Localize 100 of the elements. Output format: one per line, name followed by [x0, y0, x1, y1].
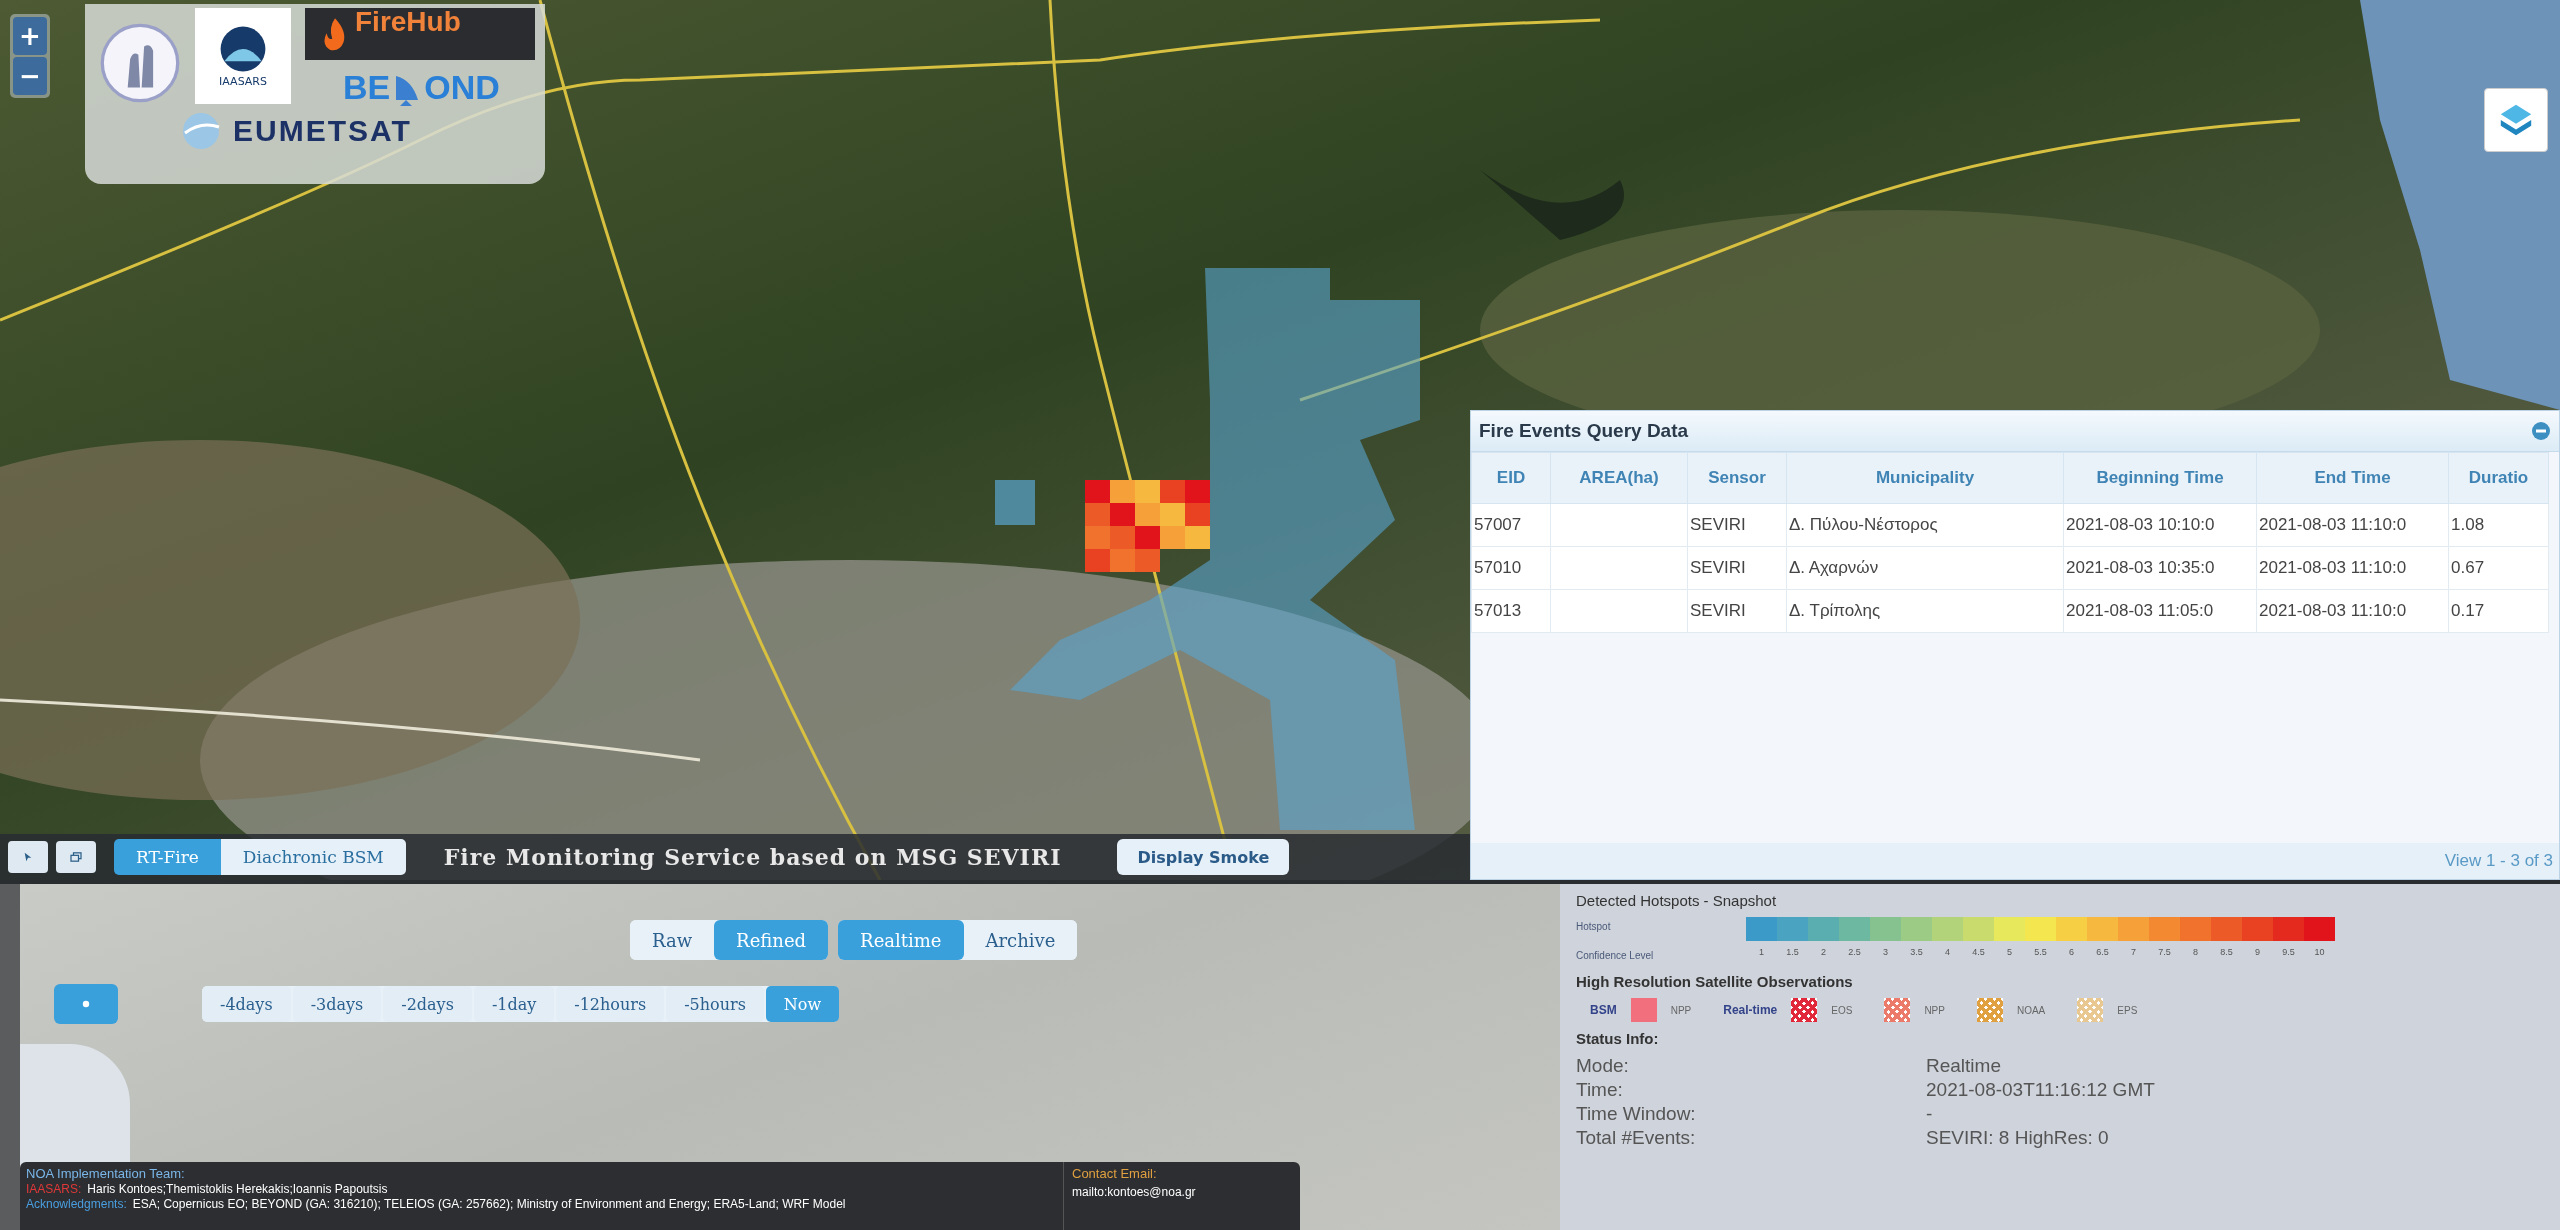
status-label: Mode: [1576, 1055, 1630, 1077]
scale-label: 1 [1758, 947, 1765, 959]
legend-title: Detected Hotspots - Snapshot [1576, 892, 1778, 909]
hotspot-label: Hotspot [1576, 921, 1612, 932]
scale-label: 5.5 [2033, 947, 2048, 959]
layers-button[interactable] [2484, 88, 2548, 152]
eumetsat-text: EUMETSAT [233, 114, 412, 148]
toggle-button[interactable]: Refined [714, 920, 829, 960]
table-cell: SEVIRI [1687, 589, 1787, 633]
status-value: 2021-08-03T11:16:12 GMT [1926, 1079, 2156, 1101]
group-label: BSM [1590, 1003, 1617, 1017]
scale-label: 4.5 [1971, 947, 1986, 959]
team-heading: NOA Implementation Team: [26, 1166, 186, 1181]
panel-title: Fire Events Query Data [1479, 420, 1689, 442]
table-cell: 57010 [1471, 546, 1551, 590]
table-cell: Δ. Τρίπολης [1786, 589, 2064, 633]
time-range-button[interactable]: -2days [383, 986, 472, 1022]
column-header[interactable]: End Time [2256, 452, 2449, 504]
contact-email-link[interactable]: mailto:kontoes@noa.gr [1072, 1185, 1292, 1199]
table-cell: 2021-08-03 11:05:0 [2063, 589, 2257, 633]
column-header[interactable]: Beginning Time [2063, 452, 2257, 504]
beyond-text: OND [424, 68, 500, 107]
time-range-button[interactable]: -4days [202, 986, 291, 1022]
time-range-button[interactable]: Now [765, 986, 840, 1022]
windows-icon [70, 852, 82, 862]
table-cell: 0.17 [2448, 589, 2549, 633]
pointer-button[interactable] [8, 841, 48, 873]
scale-label: 7 [2130, 947, 2137, 959]
status-label: Time: [1576, 1079, 1624, 1101]
acknowledgments-text: ESA; Copernicus EO; BEYOND (GA: 316210); TELEIOS (GA: 257662); Ministry of Environment and Energy; ERA5-Land; WRF Model [132, 1197, 846, 1211]
team-label: IAASARS: [26, 1182, 82, 1196]
sensor-label: NPP [1670, 1004, 1692, 1016]
scale-label: 2 [1820, 947, 1827, 959]
sensor-label: NOAA [2016, 1004, 2046, 1016]
section-heading: Status Info: [1576, 1030, 1660, 1047]
zoom-in-button[interactable]: + [13, 17, 47, 55]
table-cell: SEVIRI [1687, 503, 1787, 547]
scale-label: 9.5 [2281, 947, 2296, 959]
table-cell: 1.08 [2448, 503, 2549, 547]
scale-label: 5 [2006, 947, 2013, 959]
column-header[interactable]: Sensor [1687, 452, 1787, 504]
beyond-text: BE [343, 68, 391, 107]
collapse-icon[interactable] [2531, 421, 2551, 441]
firehub-text: FireHub [355, 8, 461, 36]
table-cell: 57007 [1471, 503, 1551, 547]
sensor-label: EPS [2117, 1004, 2138, 1016]
table-cell: 2021-08-03 11:10:0 [2256, 503, 2449, 547]
column-header[interactable]: AREA(ha) [1550, 452, 1688, 504]
group-label: Real-time [1723, 1003, 1778, 1017]
sensor-label: EOS [1831, 1004, 1853, 1016]
acknowledgments-label: Acknowledgments: [26, 1197, 127, 1211]
time-range-button[interactable]: -3days [292, 986, 382, 1022]
time-range-button[interactable]: -12hours [556, 986, 665, 1022]
tab[interactable]: RT-Fire [114, 839, 221, 875]
globe-icon [181, 111, 221, 151]
table-cell: SEVIRI [1687, 546, 1787, 590]
scale-label: 3 [1882, 947, 1889, 959]
seal-logo-icon [99, 22, 181, 104]
contact-heading: Contact Email: [1072, 1166, 1158, 1181]
status-value: Realtime [1926, 1055, 2002, 1077]
column-header[interactable]: Municipality [1786, 452, 2064, 504]
tab[interactable]: Diachronic BSM [220, 839, 406, 875]
column-header[interactable]: EID [1471, 452, 1551, 504]
service-title: Fire Monitoring Service based on MSG SEVIRI [443, 844, 1062, 870]
windows-button[interactable] [56, 841, 96, 873]
table-cell: Δ. Πύλου-Νέστορος [1786, 503, 2064, 547]
scale-label: 6.5 [2095, 947, 2110, 959]
column-header[interactable]: Duratio [2448, 452, 2549, 504]
scale-label: 9 [2254, 947, 2261, 959]
scale-label: 2.5 [1847, 947, 1862, 959]
pagination-text: View 1 - 3 of 3 [2444, 851, 2553, 871]
scale-label: 6 [2068, 947, 2075, 959]
scale-label: 4 [1944, 947, 1951, 959]
toggle-button[interactable]: Realtime [838, 920, 964, 960]
table-cell: 2021-08-03 10:10:0 [2063, 503, 2257, 547]
iaasars-text: IAASARS [219, 74, 267, 88]
table-cell: 2021-08-03 10:35:0 [2063, 546, 2257, 590]
status-value: SEVIRI: 8 HighRes: 0 [1926, 1127, 2110, 1149]
status-label: Time Window: [1576, 1103, 1697, 1125]
confidence-label: Confidence Level [1576, 950, 1655, 961]
scale-label: 8 [2192, 947, 2199, 959]
time-range-button[interactable]: -5hours [666, 986, 764, 1022]
table-cell: 2021-08-03 11:10:0 [2256, 589, 2449, 633]
status-label: Total #Events: [1576, 1127, 1697, 1149]
scale-label: 3.5 [1909, 947, 1924, 959]
time-range-button[interactable]: -1day [473, 986, 555, 1022]
scale-label: 7.5 [2157, 947, 2172, 959]
sensor-label: NPP [1924, 1004, 1945, 1016]
scale-label: 10 [2313, 947, 2326, 959]
zoom-out-button[interactable]: − [13, 57, 47, 95]
status-value: - [1926, 1103, 1934, 1125]
table-cell: 57013 [1471, 589, 1551, 633]
table-cell: Δ. Αχαρνών [1786, 546, 2064, 590]
table-cell: 2021-08-03 11:10:0 [2256, 546, 2449, 590]
cursor-icon [23, 852, 33, 862]
scale-label: 1.5 [1785, 947, 1800, 959]
section-heading: High Resolution Satellite Observations [1576, 973, 1854, 990]
team-names: Haris Kontoes;Themistoklis Herekakis;Ioannis Papoutsis [87, 1182, 388, 1196]
dot-icon [82, 1000, 90, 1008]
display-smoke-button[interactable]: Display Smoke [1117, 839, 1290, 875]
